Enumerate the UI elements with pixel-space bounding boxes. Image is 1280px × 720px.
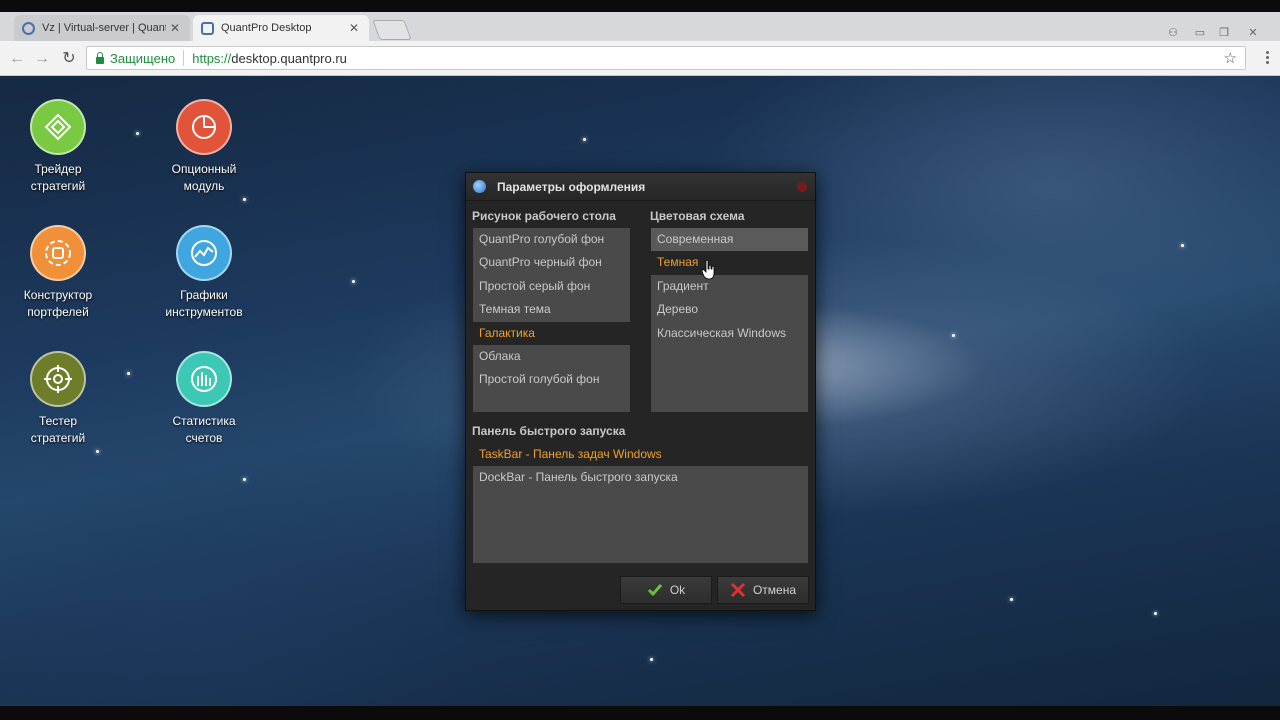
cancel-button[interactable]: Отмена: [717, 576, 809, 604]
url-scheme: https://: [192, 50, 232, 66]
close-window-icon[interactable]: ✕: [1242, 26, 1264, 40]
ok-button[interactable]: Ok: [620, 576, 712, 604]
close-tab-icon[interactable]: ✕: [349, 21, 359, 35]
cross-icon: [730, 582, 746, 598]
desktop-icon-options[interactable]: Опционный модуль: [149, 99, 259, 195]
new-tab-button[interactable]: [372, 20, 412, 40]
wallpaper-option[interactable]: Облака: [473, 345, 630, 368]
appearance-settings-dialog: Параметры оформления Рисунок рабочего ст…: [465, 172, 816, 611]
icon-label: Статистика счетов: [172, 414, 236, 445]
color-scheme-option-selected[interactable]: Темная: [651, 251, 808, 275]
quick-launch-option-selected[interactable]: TaskBar - Панель задач Windows: [473, 443, 808, 467]
wallpaper-heading: Рисунок рабочего стола: [472, 209, 616, 223]
color-scheme-option[interactable]: Дерево: [651, 298, 808, 321]
quick-launch-option[interactable]: DockBar - Панель быстрого запуска: [473, 466, 808, 489]
quick-launch-heading: Панель быстрого запуска: [472, 424, 626, 438]
color-scheme-list: Современная Темная Градиент Дерево Класс…: [651, 228, 808, 412]
wallpaper-list: QuantPro голубой фон QuantPro черный фон…: [473, 228, 630, 412]
screen-top-edge: [0, 0, 1280, 12]
app-logo-icon: [473, 180, 486, 193]
dialog-close-icon[interactable]: [797, 182, 807, 192]
star-decor: [96, 450, 99, 453]
quick-launch-list: TaskBar - Панель задач Windows DockBar -…: [473, 443, 808, 563]
star-decor: [243, 198, 246, 201]
star-decor: [243, 478, 246, 481]
minimize-icon[interactable]: ▭: [1189, 26, 1211, 40]
trader-icon: [30, 99, 86, 155]
tab-virtual-server[interactable]: Vz | Virtual-server | QuantP ✕: [14, 15, 190, 41]
lock-icon: [96, 51, 104, 64]
vz-favicon-icon: [22, 21, 35, 35]
color-scheme-option[interactable]: Современная: [651, 228, 808, 252]
star-decor: [136, 132, 139, 135]
wallpaper-option-selected[interactable]: Галактика: [473, 321, 630, 345]
wallpaper-option[interactable]: Темная тема: [473, 298, 630, 321]
icon-label: Опционный модуль: [171, 162, 237, 193]
wallpaper-option[interactable]: QuantPro голубой фон: [473, 228, 630, 251]
cancel-button-label: Отмена: [752, 583, 797, 597]
bookmark-star-icon[interactable]: ☆: [1224, 49, 1237, 67]
url-host: desktop.quantpro.ru: [231, 50, 347, 66]
restore-icon[interactable]: ❐: [1213, 26, 1235, 40]
secure-label: Защищено: [110, 50, 176, 66]
star-decor: [650, 658, 653, 661]
account-stats-icon: [176, 351, 232, 407]
checkmark-icon: [647, 584, 662, 597]
option-module-icon: [176, 99, 232, 155]
wallpaper-option[interactable]: QuantPro черный фон: [473, 251, 630, 274]
tab-title: QuantPro Desktop: [221, 22, 312, 34]
dialog-title: Параметры оформления: [497, 180, 646, 194]
icon-label: Конструктор портфелей: [23, 288, 93, 319]
star-decor: [1181, 244, 1184, 247]
close-tab-icon[interactable]: ✕: [170, 21, 180, 35]
screen-bottom-edge: [0, 706, 1280, 720]
ok-button-label: Ok: [669, 583, 686, 597]
star-decor: [127, 372, 130, 375]
tester-icon: [30, 351, 86, 407]
desktop-icon-account-stats[interactable]: Статистика счетов: [149, 351, 259, 447]
wallpaper-option[interactable]: Простой серый фон: [473, 275, 630, 298]
reload-icon[interactable]: ↻: [60, 50, 78, 68]
address-bar[interactable]: Защищено https:// desktop.quantpro.ru ☆: [86, 46, 1246, 70]
star-decor: [952, 334, 955, 337]
desktop-icon-trader[interactable]: Трейдер стратегий: [3, 99, 113, 195]
tab-quantpro-desktop[interactable]: QuantPro Desktop ✕: [193, 15, 369, 41]
star-decor: [352, 280, 355, 283]
star-decor: [1154, 612, 1157, 615]
browser-tab-strip: Vz | Virtual-server | QuantP ✕ QuantPro …: [0, 12, 1280, 41]
star-decor: [1010, 598, 1013, 601]
desktop-icon-portfolio[interactable]: Конструктор портфелей: [3, 225, 113, 321]
star-decor: [583, 138, 586, 141]
address-separator: [183, 50, 185, 66]
portfolio-builder-icon: [30, 225, 86, 281]
back-icon[interactable]: ←: [8, 50, 26, 68]
tab-title: Vz | Virtual-server | QuantP: [42, 22, 166, 34]
color-scheme-option[interactable]: Градиент: [651, 275, 808, 298]
dialog-title-bar[interactable]: Параметры оформления: [466, 173, 815, 201]
color-scheme-option[interactable]: Классическая Windows: [651, 322, 808, 345]
wallpaper-option[interactable]: Простой голубой фон: [473, 368, 630, 391]
user-profile-icon[interactable]: ⚇: [1162, 26, 1184, 40]
desktop-icon-charts[interactable]: Графики инструментов: [149, 225, 259, 321]
color-scheme-heading: Цветовая схема: [650, 209, 745, 223]
icon-label: Тестер стратегий: [30, 414, 86, 445]
charts-icon: [176, 225, 232, 281]
browser-toolbar: ← → ↻ Защищено https:// desktop.quantpro…: [0, 41, 1280, 76]
browser-menu-icon[interactable]: [1266, 51, 1270, 66]
hand-cursor-icon: [702, 260, 715, 280]
desktop-icon-tester[interactable]: Тестер стратегий: [3, 351, 113, 447]
icon-label: Графики инструментов: [165, 288, 243, 319]
forward-icon[interactable]: →: [33, 50, 51, 68]
quantpro-favicon-icon: [201, 21, 214, 35]
icon-label: Трейдер стратегий: [30, 162, 86, 193]
